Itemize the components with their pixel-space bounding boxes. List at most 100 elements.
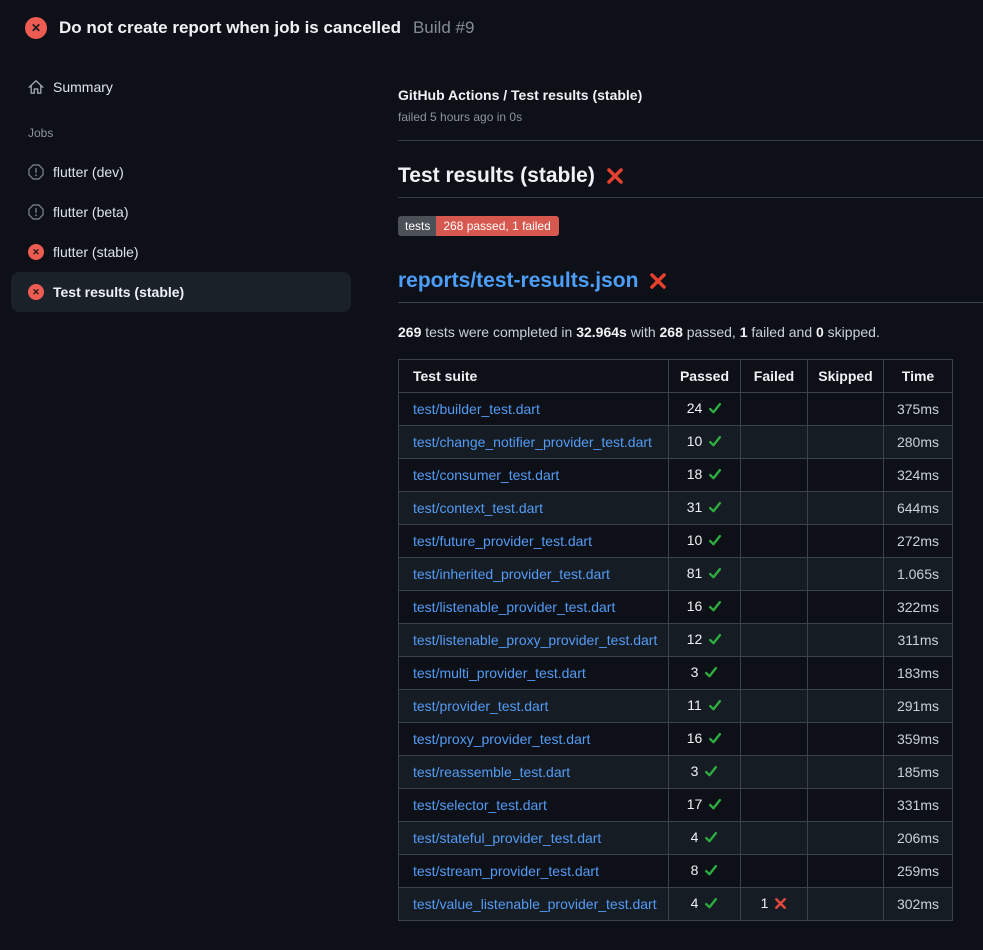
cell-count: 10 <box>687 433 703 449</box>
tests-summary-line: 269 tests were completed in 32.964s with… <box>398 324 983 340</box>
table-row: test/proxy_provider_test.dart 16 359ms <box>399 723 953 756</box>
table-row: test/stream_provider_test.dart 8 259ms <box>399 855 953 888</box>
failed-cell <box>741 723 808 756</box>
sidebar-item-summary[interactable]: Summary <box>11 67 351 107</box>
sidebar-item-flutter-dev[interactable]: flutter (dev) <box>11 152 351 192</box>
suite-link[interactable]: test/listenable_proxy_provider_test.dart <box>413 632 657 648</box>
time-cell: 331ms <box>884 789 953 822</box>
suite-cell: test/listenable_provider_test.dart <box>399 591 669 624</box>
suite-link[interactable]: test/proxy_provider_test.dart <box>413 731 590 747</box>
cell-count: 17 <box>687 796 703 812</box>
suite-link[interactable]: test/value_listenable_provider_test.dart <box>413 896 657 912</box>
check-icon <box>704 830 718 847</box>
failed-cell <box>741 690 808 723</box>
passed-count: 268 <box>660 324 683 340</box>
passed-cell: 24 <box>669 393 741 426</box>
suite-link[interactable]: test/future_provider_test.dart <box>413 533 592 549</box>
failed-cell <box>741 393 808 426</box>
report-file-link[interactable]: reports/test-results.json <box>398 269 638 293</box>
cross-mark-icon <box>606 167 624 185</box>
suite-link[interactable]: test/reassemble_test.dart <box>413 764 570 780</box>
cell-count: 3 <box>691 763 699 779</box>
suite-link[interactable]: test/context_test.dart <box>413 500 543 516</box>
failed-cell: 1 <box>741 888 808 921</box>
check-icon <box>708 500 722 517</box>
passed-cell: 12 <box>669 624 741 657</box>
check-run-content: GitHub Actions / Test results (stable) f… <box>375 51 983 921</box>
sidebar-item-test-results-stable[interactable]: ✕ Test results (stable) <box>11 272 351 312</box>
failed-cell <box>741 756 808 789</box>
check-icon <box>704 764 718 781</box>
skipped-cell <box>808 393 884 426</box>
jobs-list: flutter (dev) flutter (beta) ✕ flutter (… <box>11 152 351 312</box>
cross-mark-icon <box>649 272 667 290</box>
run-status-line: failed 5 hours ago in 0s <box>398 110 983 124</box>
col-header-failed: Failed <box>741 360 808 393</box>
total-count: 269 <box>398 324 421 340</box>
check-run-header: ✕ Do not create report when job is cance… <box>0 0 983 51</box>
passed-cell: 8 <box>669 855 741 888</box>
time-cell: 185ms <box>884 756 953 789</box>
suite-link[interactable]: test/builder_test.dart <box>413 401 540 417</box>
failed-cell <box>741 822 808 855</box>
cell-count: 4 <box>691 829 699 845</box>
table-row: test/inherited_provider_test.dart 81 1.0… <box>399 558 953 591</box>
suite-cell: test/context_test.dart <box>399 492 669 525</box>
suite-link[interactable]: test/consumer_test.dart <box>413 467 559 483</box>
table-row: test/context_test.dart 31 644ms <box>399 492 953 525</box>
sidebar-item-flutter-beta[interactable]: flutter (beta) <box>11 192 351 232</box>
time-cell: 183ms <box>884 657 953 690</box>
table-row: test/builder_test.dart 24 375ms <box>399 393 953 426</box>
suite-link[interactable]: test/provider_test.dart <box>413 698 548 714</box>
suite-link[interactable]: test/change_notifier_provider_test.dart <box>413 434 652 450</box>
check-icon <box>704 863 718 880</box>
check-icon <box>704 665 718 682</box>
suite-cell: test/listenable_proxy_provider_test.dart <box>399 624 669 657</box>
table-row: test/value_listenable_provider_test.dart… <box>399 888 953 921</box>
suite-link[interactable]: test/stream_provider_test.dart <box>413 863 599 879</box>
skipped-cell <box>808 756 884 789</box>
time-cell: 324ms <box>884 459 953 492</box>
stop-cancelled-icon <box>28 204 44 220</box>
test-results-table-body: test/builder_test.dart 24 375ms test/cha… <box>399 393 953 921</box>
skipped-cell <box>808 525 884 558</box>
time-cell: 206ms <box>884 822 953 855</box>
skipped-cell <box>808 624 884 657</box>
time-cell: 311ms <box>884 624 953 657</box>
suite-link[interactable]: test/stateful_provider_test.dart <box>413 830 601 846</box>
check-icon <box>708 698 722 715</box>
passed-cell: 3 <box>669 657 741 690</box>
time-cell: 272ms <box>884 525 953 558</box>
suite-cell: test/value_listenable_provider_test.dart <box>399 888 669 921</box>
col-header-time: Time <box>884 360 953 393</box>
passed-cell: 18 <box>669 459 741 492</box>
sidebar-item-flutter-stable[interactable]: ✕ flutter (stable) <box>11 232 351 272</box>
failed-cell <box>741 624 808 657</box>
cell-count: 16 <box>687 730 703 746</box>
suite-link[interactable]: test/inherited_provider_test.dart <box>413 566 610 582</box>
x-circle-fill-icon: ✕ <box>28 284 44 300</box>
skipped-count: 0 <box>816 324 824 340</box>
suite-cell: test/provider_test.dart <box>399 690 669 723</box>
suite-cell: test/stream_provider_test.dart <box>399 855 669 888</box>
skipped-cell <box>808 657 884 690</box>
table-row: test/change_notifier_provider_test.dart … <box>399 426 953 459</box>
table-row: test/provider_test.dart 11 291ms <box>399 690 953 723</box>
time-cell: 322ms <box>884 591 953 624</box>
check-icon <box>708 599 722 616</box>
table-row: test/consumer_test.dart 18 324ms <box>399 459 953 492</box>
cell-count: 3 <box>691 664 699 680</box>
stop-cancelled-icon <box>28 164 44 180</box>
suite-cell: test/inherited_provider_test.dart <box>399 558 669 591</box>
failed-cell <box>741 492 808 525</box>
x-circle-fill-icon: ✕ <box>25 17 47 39</box>
cell-count: 16 <box>687 598 703 614</box>
suite-cell: test/selector_test.dart <box>399 789 669 822</box>
suite-cell: test/stateful_provider_test.dart <box>399 822 669 855</box>
suite-link[interactable]: test/selector_test.dart <box>413 797 547 813</box>
skipped-cell <box>808 492 884 525</box>
suite-link[interactable]: test/multi_provider_test.dart <box>413 665 586 681</box>
suite-link[interactable]: test/listenable_provider_test.dart <box>413 599 615 615</box>
skipped-cell <box>808 723 884 756</box>
time-cell: 375ms <box>884 393 953 426</box>
